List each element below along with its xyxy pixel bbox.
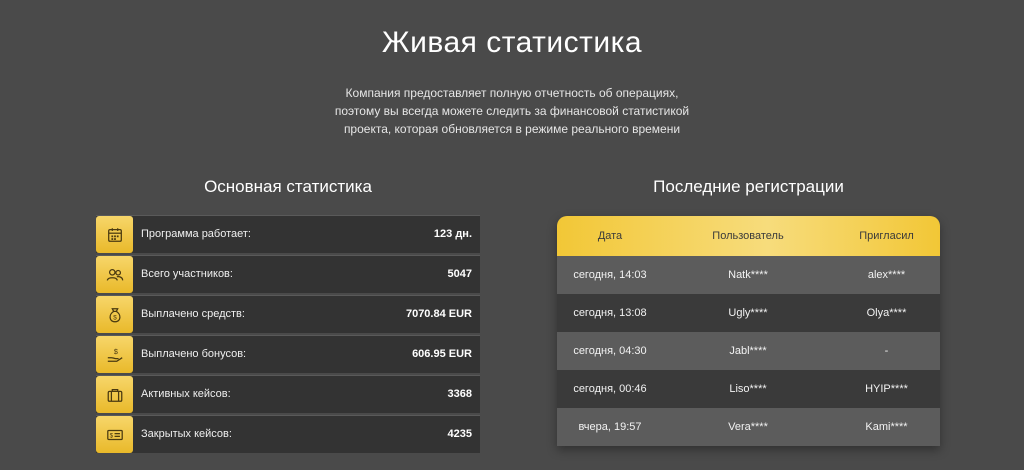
stat-value: 4235 xyxy=(447,428,472,440)
table-row: вчера, 19:57 Vera**** Kami**** xyxy=(557,408,940,446)
row-date: сегодня, 13:08 xyxy=(573,306,647,319)
svg-text:$: $ xyxy=(113,314,117,321)
stat-label: Всего участников: xyxy=(141,268,233,280)
registrations-table: Дата Пользователь Пригласил сегодня, 14:… xyxy=(557,216,940,446)
stat-row-closed-cases: $ Закрытых кейсов: 4235 xyxy=(96,415,480,453)
row-user: Natk**** xyxy=(728,269,768,281)
row-inviter: - xyxy=(884,345,889,357)
row-user: Jabl**** xyxy=(729,345,767,357)
briefcase-icon xyxy=(96,376,133,413)
column-header-user: Пользователь xyxy=(712,230,784,242)
stats-title: Основная статистика xyxy=(204,177,372,196)
row-user: Ugly**** xyxy=(728,307,768,319)
stat-label: Выплачено бонусов: xyxy=(141,348,247,360)
registrations-title: Последние регистрации xyxy=(653,177,844,196)
table-header: Дата Пользователь Пригласил xyxy=(557,216,940,256)
stat-row-active-cases: Активных кейсов: 3368 xyxy=(96,375,480,413)
row-date: сегодня, 00:46 xyxy=(573,382,647,395)
row-inviter: HYIP**** xyxy=(865,383,908,395)
money-bag-icon: $ xyxy=(96,296,133,333)
users-icon xyxy=(96,256,133,293)
stat-value: 7070.84 EUR xyxy=(405,308,472,320)
page-subtitle: Компания предоставляет полную отчетность… xyxy=(334,86,690,136)
svg-text:$: $ xyxy=(113,347,117,356)
table-row: сегодня, 13:08 Ugly**** Olya**** xyxy=(557,294,940,332)
row-inviter: Olya**** xyxy=(866,307,907,319)
calendar-icon xyxy=(96,216,133,253)
table-row: сегодня, 00:46 Liso**** HYIP**** xyxy=(557,370,940,408)
row-date: сегодня, 14:03 xyxy=(573,268,647,281)
table-row: сегодня, 04:30 Jabl**** - xyxy=(557,332,940,370)
stat-label: Активных кейсов: xyxy=(141,388,231,400)
stat-row-paid-funds: $ Выплачено средств: 7070.84 EUR xyxy=(96,295,480,333)
stat-label: Выплачено средств: xyxy=(141,308,245,320)
svg-text:$: $ xyxy=(109,432,113,439)
stat-label: Закрытых кейсов: xyxy=(141,428,232,440)
row-inviter: Kami**** xyxy=(865,421,908,433)
column-header-date: Дата xyxy=(597,230,623,242)
stat-value: 5047 xyxy=(447,268,472,280)
bill-icon: $ xyxy=(96,416,133,453)
page-title: Живая статистика xyxy=(381,26,643,59)
table-row: сегодня, 14:03 Natk**** alex**** xyxy=(557,256,940,294)
row-date: сегодня, 04:30 xyxy=(573,344,647,357)
row-user: Vera**** xyxy=(728,421,768,433)
row-date: вчера, 19:57 xyxy=(578,420,642,433)
stat-value: 3368 xyxy=(447,388,472,400)
stat-row-participants: Всего участников: 5047 xyxy=(96,255,480,293)
row-user: Liso**** xyxy=(729,383,767,395)
stat-value: 123 дн. xyxy=(433,228,472,240)
row-inviter: alex**** xyxy=(867,269,906,281)
stat-label: Программа работает: xyxy=(141,228,251,240)
hand-coin-icon: $ xyxy=(96,336,133,373)
stats-list: Программа работает: 123 дн. Всего участн… xyxy=(96,215,480,455)
stat-value: 606.95 EUR xyxy=(412,348,472,360)
stat-row-paid-bonuses: $ Выплачено бонусов: 606.95 EUR xyxy=(96,335,480,373)
column-header-inviter: Пригласил xyxy=(859,230,914,242)
stat-row-uptime: Программа работает: 123 дн. xyxy=(96,215,480,253)
